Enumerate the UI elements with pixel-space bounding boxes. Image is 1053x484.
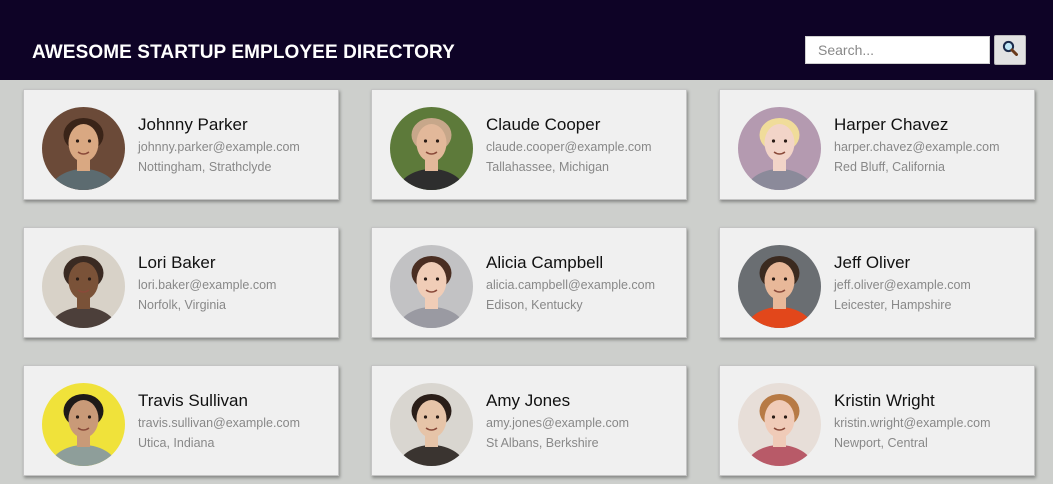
employee-email: jeff.oliver@example.com (834, 278, 971, 292)
magnifying-glass-icon (1002, 40, 1018, 61)
search-input[interactable] (805, 36, 990, 64)
employee-card[interactable]: Alicia Campbell alicia.campbell@example.c… (371, 227, 687, 338)
employee-email: alicia.campbell@example.com (486, 278, 656, 292)
employee-name: Travis Sullivan (138, 391, 248, 410)
employee-email: lori.baker@example.com (138, 278, 277, 292)
employee-location: Leicester, Hampshire (834, 298, 952, 312)
search-button[interactable] (994, 35, 1026, 65)
employee-email: amy.jones@example.com (486, 416, 630, 430)
employee-location: Nottingham, Strathclyde (138, 160, 272, 174)
app-header: AWESOME STARTUP EMPLOYEE DIRECTORY (0, 0, 1053, 80)
employee-avatar (738, 107, 821, 190)
employee-location: Edison, Kentucky (486, 298, 583, 312)
employee-card[interactable]: Lori Baker lori.baker@example.com Norfolk,… (23, 227, 339, 338)
employee-location: Red Bluff, California (834, 160, 945, 174)
employee-location: Newport, Central (834, 436, 928, 450)
employee-location: Tallahassee, Michigan (486, 160, 609, 174)
employee-card[interactable]: Amy Jones amy.jones@example.com St Albans,… (371, 365, 687, 476)
employee-avatar (390, 107, 473, 190)
employee-card[interactable]: Kristin Wright kristin.wright@example.com… (719, 365, 1035, 476)
employee-location: Utica, Indiana (138, 436, 215, 450)
employee-card[interactable]: Jeff Oliver jeff.oliver@example.com Leices… (719, 227, 1035, 338)
employee-email: claude.cooper@example.com (486, 140, 652, 154)
employee-name: Amy Jones (486, 391, 571, 410)
employee-name: Kristin Wright (834, 391, 935, 410)
employee-email: kristin.wright@example.com (834, 416, 991, 430)
employee-avatar (738, 245, 821, 328)
employee-email: travis.sullivan@example.com (138, 416, 301, 430)
employee-card[interactable]: Travis Sullivan travis.sullivan@example.c… (23, 365, 339, 476)
employee-name: Lori Baker (138, 253, 216, 272)
employee-name: Jeff Oliver (834, 253, 911, 272)
employee-avatar (738, 383, 821, 466)
employee-name: Claude Cooper (486, 115, 601, 134)
employee-avatar (42, 383, 125, 466)
employee-email: harper.chavez@example.com (834, 140, 1000, 154)
page-title: AWESOME STARTUP EMPLOYEE DIRECTORY (32, 42, 455, 63)
employee-avatar (42, 245, 125, 328)
employee-avatar (390, 245, 473, 328)
employee-location: Norfolk, Virginia (138, 298, 227, 312)
employee-name: Johnny Parker (138, 115, 248, 134)
employee-avatar (390, 383, 473, 466)
employee-location: St Albans, Berkshire (486, 436, 599, 450)
employee-name: Harper Chavez (834, 115, 949, 134)
employee-avatar (42, 107, 125, 190)
employee-card[interactable]: Claude Cooper claude.cooper@example.com Ta… (371, 89, 687, 200)
employee-name: Alicia Campbell (486, 253, 604, 272)
employee-email: johnny.parker@example.com (138, 140, 300, 154)
employee-card[interactable]: Harper Chavez harper.chavez@example.com Re… (719, 89, 1035, 200)
employee-card[interactable]: Johnny Parker johnny.parker@example.com No… (23, 89, 339, 200)
